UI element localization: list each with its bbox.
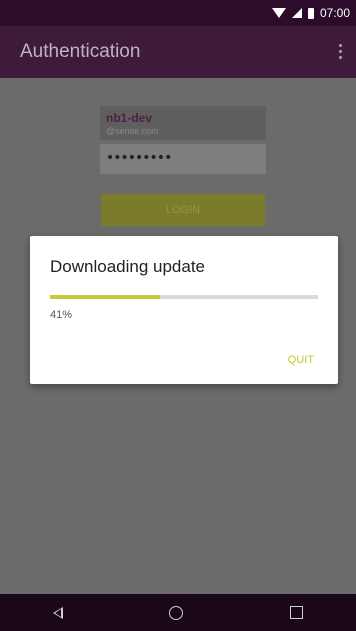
app-bar: Authentication — [0, 26, 356, 78]
progress-bar — [50, 295, 318, 299]
status-bar: 07:00 — [0, 0, 356, 26]
overflow-menu-icon[interactable] — [339, 44, 342, 59]
username-field[interactable]: nb1-dev @sense.com — [100, 106, 266, 140]
quit-button[interactable]: QUIT — [288, 354, 314, 366]
status-time: 07:00 — [319, 6, 350, 20]
navigation-bar — [0, 594, 356, 631]
username-domain: @sense.com — [106, 126, 159, 136]
app-title: Authentication — [20, 41, 141, 62]
username-value: nb1-dev — [106, 111, 153, 125]
dialog-title: Downloading update — [50, 257, 206, 276]
back-icon[interactable] — [53, 606, 64, 619]
signal-icon — [291, 8, 302, 18]
login-button[interactable]: LOGIN — [101, 194, 265, 226]
recents-icon[interactable] — [289, 606, 303, 619]
download-dialog: Downloading update 41% QUIT — [30, 236, 338, 384]
progress-percent: 41% — [50, 309, 73, 321]
home-icon[interactable] — [169, 605, 184, 620]
progress-fill — [50, 295, 160, 299]
wifi-icon — [271, 8, 286, 18]
battery-icon — [307, 7, 314, 19]
password-field[interactable]: ••••••••• — [100, 144, 266, 174]
